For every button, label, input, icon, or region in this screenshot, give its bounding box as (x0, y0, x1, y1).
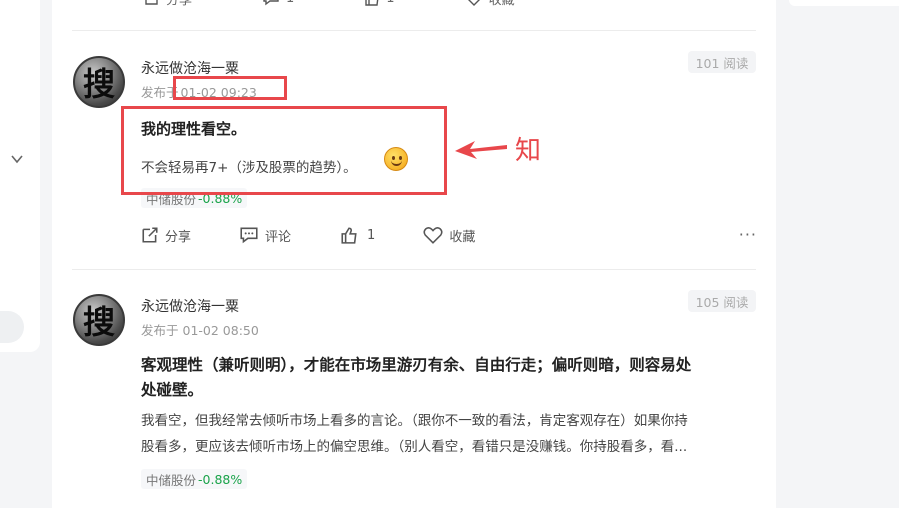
stock-change: -0.88% (198, 471, 243, 487)
like-count: 1 (367, 227, 376, 243)
author-name[interactable]: 永远做沧海一粟 (141, 58, 239, 78)
comment-icon (240, 227, 258, 244)
prev-comment-count: 1 (286, 0, 294, 6)
time-value: 01-02 08:50 (182, 323, 259, 338)
heart-icon (467, 0, 480, 6)
prev-favorite-action[interactable]: 收藏 (465, 0, 515, 8)
comment-button[interactable]: 评论 (239, 226, 291, 245)
post-time: 发布于 01-02 08:50 (141, 320, 259, 339)
author-name[interactable]: 永远做沧海一粟 (141, 296, 239, 316)
post-divider (72, 269, 756, 270)
annotation-box-time (173, 76, 287, 100)
avatar[interactable]: 搜 (73, 56, 125, 108)
chevron-down-icon[interactable] (10, 152, 24, 166)
thumbs-up-icon (365, 0, 379, 6)
comment-icon (263, 0, 279, 6)
prev-share-action[interactable]: 分享 (144, 0, 192, 8)
right-panel (789, 0, 899, 6)
share-button[interactable]: 分享 (141, 226, 191, 245)
post-title-line1[interactable]: 客观理性（兼听则明），才能在市场里游刃有余、自由行走；偏听则暗，则容易处 (141, 353, 691, 375)
like-button[interactable]: 1 (339, 226, 375, 244)
prev-favorite-label: 收藏 (488, 0, 515, 8)
post-body-line2[interactable]: 股看多，更应该去倾听市场上的偏空思维。（别人看空，看错只是没赚钱。你持股看多，看… (141, 435, 687, 455)
annotation-text: 知 (515, 136, 542, 166)
share-icon (142, 227, 158, 243)
read-count-badge: 101 阅读 (688, 51, 756, 73)
favorite-button[interactable]: 收藏 (423, 226, 475, 245)
previous-post-actions: 分享 1 1 收藏 (144, 0, 585, 8)
annotation-arrow-icon (455, 141, 507, 159)
prev-like-action[interactable]: 1 (364, 0, 395, 6)
comment-label: 评论 (265, 229, 292, 245)
post-divider (72, 30, 756, 31)
annotation-box-content (121, 106, 447, 195)
read-count-badge: 105 阅读 (688, 290, 756, 312)
time-prefix: 发布于 (141, 323, 179, 338)
share-icon (145, 0, 158, 5)
post-body-line1[interactable]: 我看空，但我经常去倾听市场上看多的言论。（跟你不一致的看法，肯定客观存在）如果你… (141, 409, 688, 429)
post-actions: 分享 评论 1 收藏 ··· (141, 225, 757, 245)
left-sidebar-panel (0, 0, 40, 352)
stock-name: 中储股份 (146, 472, 197, 488)
share-label: 分享 (165, 229, 192, 245)
prev-comment-action[interactable]: 1 (262, 0, 294, 6)
more-options-button[interactable]: ··· (739, 225, 757, 244)
thumbs-up-icon (341, 227, 357, 244)
prev-share-label: 分享 (166, 0, 193, 8)
post-title-line2[interactable]: 处碰壁。 (141, 378, 203, 400)
heart-icon (423, 227, 443, 244)
stock-tag[interactable]: 中储股份 -0.88% (141, 469, 248, 489)
favorite-label: 收藏 (449, 229, 476, 245)
avatar[interactable]: 搜 (73, 294, 125, 346)
prev-like-count: 1 (386, 0, 394, 6)
